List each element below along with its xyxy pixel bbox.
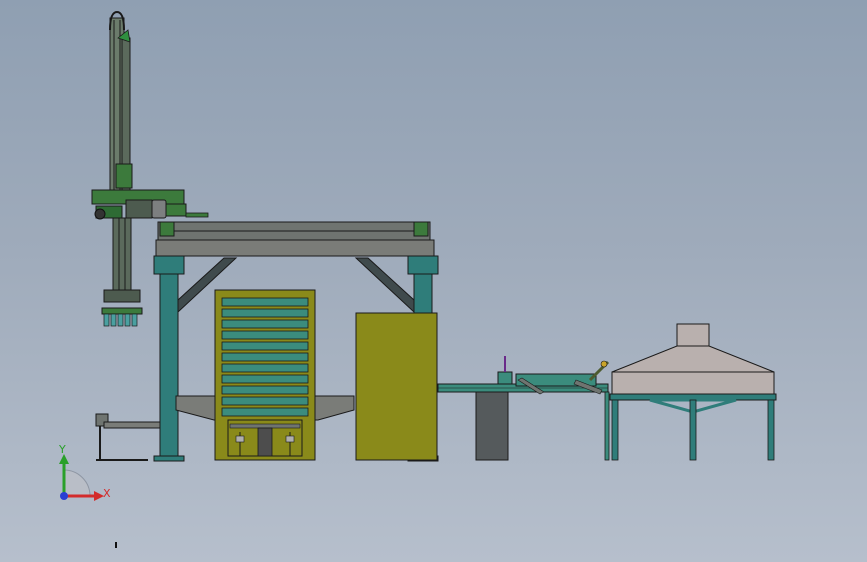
gantry-main-beam xyxy=(155,239,435,257)
hood-skirt xyxy=(611,371,775,395)
robot-gear-drum xyxy=(151,199,167,219)
gripper-suction-cups xyxy=(103,313,138,327)
robot-motor-icon xyxy=(94,208,106,220)
exhaust-hood-station[interactable] xyxy=(609,323,777,461)
text-cursor-icon xyxy=(115,542,117,548)
press-cylinder xyxy=(257,427,273,457)
hood-leg-1 xyxy=(611,399,619,461)
hood-cone xyxy=(611,345,775,373)
robot-arm[interactable] xyxy=(91,10,209,327)
infeed-conveyor[interactable] xyxy=(95,413,161,461)
hood-leg-3 xyxy=(767,399,775,461)
cad-viewport[interactable]: Y X xyxy=(0,0,867,562)
triad-y-label: Y xyxy=(59,443,66,456)
robot-carriage xyxy=(115,163,133,189)
gantry-right-brace xyxy=(354,257,415,314)
outfeed-conveyor[interactable] xyxy=(437,356,610,461)
control-cabinet[interactable] xyxy=(355,312,438,461)
outfeed-support-block xyxy=(475,391,509,461)
triad-z-axis-icon xyxy=(60,492,68,500)
multi-layer-press[interactable] xyxy=(214,289,316,461)
robot-gripper-head xyxy=(103,289,141,303)
triad-plane-indicator xyxy=(63,469,91,497)
press-plates xyxy=(221,297,309,417)
triad-x-label: X xyxy=(103,487,111,500)
hood-leg-2 xyxy=(689,399,697,461)
hood-chimney xyxy=(676,323,710,347)
coordinate-triad xyxy=(59,454,104,501)
gantry-left-leg xyxy=(159,255,179,461)
assembly-model[interactable] xyxy=(0,0,867,562)
robot-lower-column xyxy=(112,217,132,291)
